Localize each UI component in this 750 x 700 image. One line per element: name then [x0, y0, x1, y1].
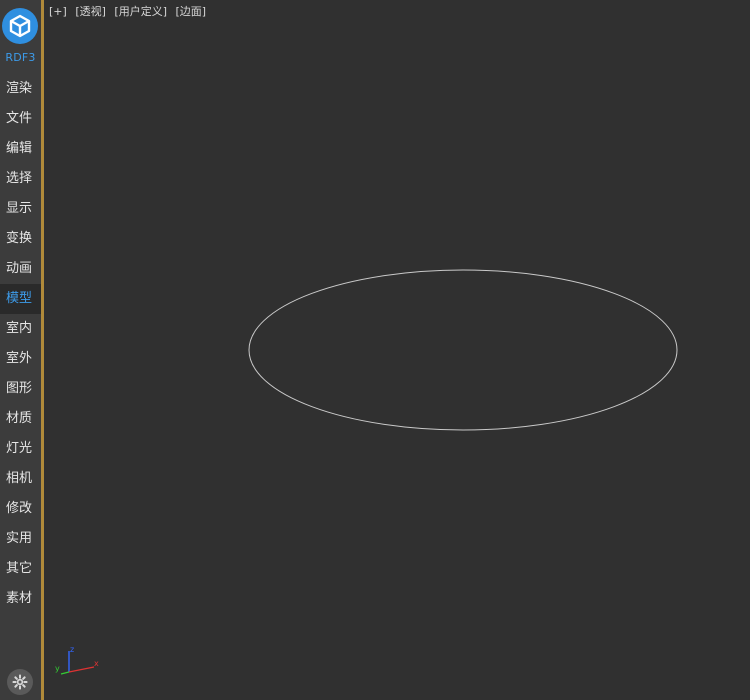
sidebar-item-material[interactable]: 材质 — [0, 404, 41, 434]
sidebar-item-lights[interactable]: 灯光 — [0, 434, 41, 464]
sidebar-item-select[interactable]: 选择 — [0, 164, 41, 194]
sidebar-item-model[interactable]: 模型 — [0, 284, 41, 314]
ellipse-object[interactable] — [248, 269, 678, 431]
app-logo[interactable] — [2, 8, 38, 44]
sidebar-item-transform[interactable]: 变换 — [0, 224, 41, 254]
sidebar-item-utilities[interactable]: 实用 — [0, 524, 41, 554]
axis-x-label: x — [94, 659, 99, 668]
axis-z-label: z — [70, 645, 74, 654]
sidebar-item-render[interactable]: 渲染 — [0, 74, 41, 104]
sidebar-item-other[interactable]: 其它 — [0, 554, 41, 584]
sidebar-item-camera[interactable]: 相机 — [0, 464, 41, 494]
axis-y-label: y — [55, 664, 60, 673]
axis-gizmo: z x y — [55, 645, 99, 675]
viewport-canvas — [248, 269, 678, 431]
sidebar-item-display[interactable]: 显示 — [0, 194, 41, 224]
sidebar-item-file[interactable]: 文件 — [0, 104, 41, 134]
cube-logo-icon — [9, 14, 31, 38]
settings-button[interactable] — [7, 669, 33, 695]
sidebar-menu: 渲染 文件 编辑 选择 显示 变换 动画 模型 室内 室外 图形 材质 灯光 相… — [0, 74, 41, 614]
brand-label: RDF3 — [5, 51, 36, 64]
sidebar-item-assets[interactable]: 素材 — [0, 584, 41, 614]
viewport-perspective[interactable]: [+] [透视] [用户定义] [边面] z x y — [44, 0, 750, 700]
sidebar-item-modify[interactable]: 修改 — [0, 494, 41, 524]
sidebar-item-interior[interactable]: 室内 — [0, 314, 41, 344]
app-window: RDF3 渲染 文件 编辑 选择 显示 变换 动画 模型 室内 室外 图形 材质… — [0, 0, 750, 700]
sidebar-item-animation[interactable]: 动画 — [0, 254, 41, 284]
sidebar-item-shapes[interactable]: 图形 — [0, 374, 41, 404]
sidebar: RDF3 渲染 文件 编辑 选择 显示 变换 动画 模型 室内 室外 图形 材质… — [0, 0, 44, 700]
sidebar-item-exterior[interactable]: 室外 — [0, 344, 41, 374]
gear-icon — [12, 674, 28, 690]
sidebar-item-edit[interactable]: 编辑 — [0, 134, 41, 164]
